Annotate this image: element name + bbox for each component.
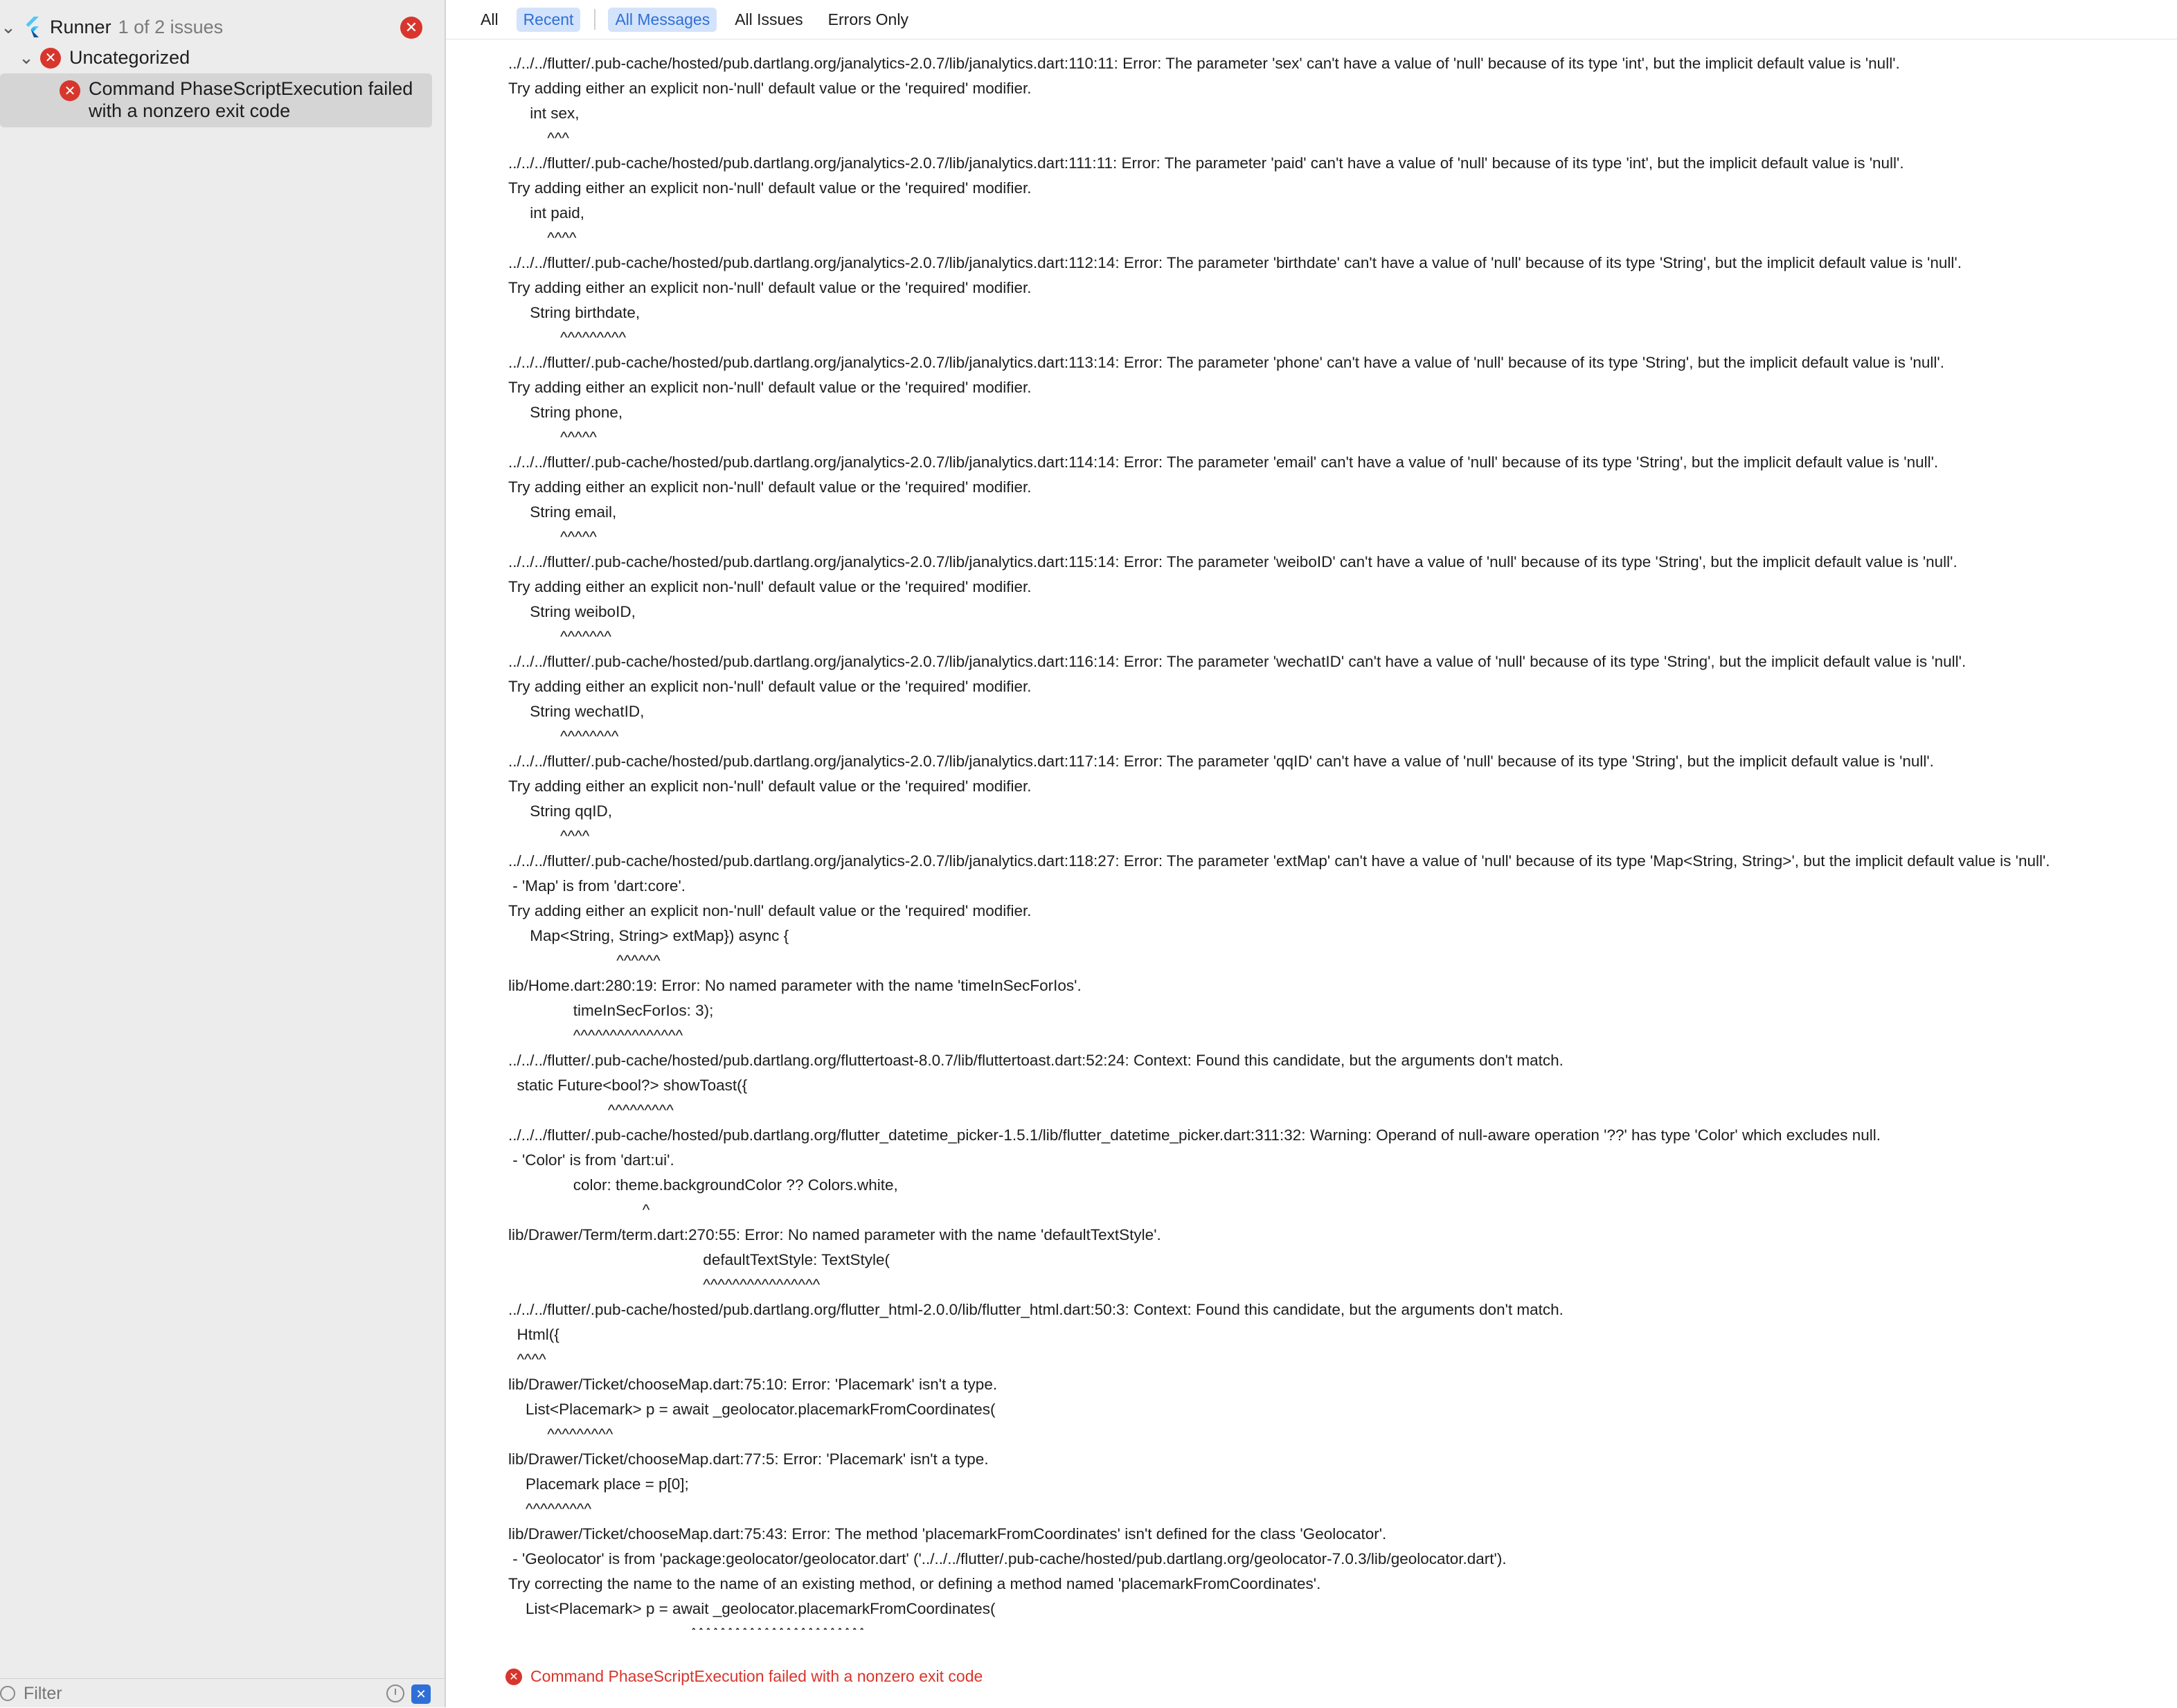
log-line: Try adding either an explicit non-'null'… xyxy=(508,80,1032,97)
chevron-down-icon[interactable]: ⌄ xyxy=(18,47,35,69)
error-icon: ✕ xyxy=(400,17,422,39)
log-line: List<Placemark> p = await _geolocator.pl… xyxy=(508,1600,996,1617)
filter-all-issues-button[interactable]: All Issues xyxy=(728,8,809,32)
runner-row[interactable]: ⌄ Runner 1 of 2 issues xyxy=(0,15,223,39)
log-line: defaultTextStyle: TextStyle( xyxy=(508,1251,890,1268)
log-line: ../../../flutter/.pub-cache/hosted/pub.d… xyxy=(508,1126,1881,1144)
log-line: List<Placemark> p = await _geolocator.pl… xyxy=(508,1401,996,1418)
error-icon: ✕ xyxy=(40,47,61,69)
log-line: Try adding either an explicit non-'null'… xyxy=(508,179,1032,197)
log-line: ^^^^^^^^^^^^^^^^ xyxy=(508,1276,821,1293)
error-icon: ✕ xyxy=(505,1668,522,1685)
log-line: Html({ xyxy=(508,1326,559,1343)
log-line: String email, xyxy=(508,503,617,521)
log-line: ^^^^^^^^^ xyxy=(508,329,627,346)
log-line: lib/Drawer/Term/term.dart:270:55: Error:… xyxy=(508,1226,1161,1243)
issue-count: 1 of 2 issues xyxy=(118,16,224,37)
log-line: ../../../flutter/.pub-cache/hosted/pub.d… xyxy=(508,753,1934,770)
log-line: String phone, xyxy=(508,404,623,421)
issue-message-line1: Command PhaseScriptExecution failed xyxy=(89,78,413,99)
log-line: ^^^^ xyxy=(508,1351,546,1368)
issue-navigator: ⌄ Runner 1 of 2 issues ✕ ⌄ ✕ Uncategoriz… xyxy=(0,0,446,1707)
build-log[interactable]: ../../../flutter/.pub-cache/hosted/pub.d… xyxy=(508,51,2170,1630)
log-line: ^^^^^^^^ xyxy=(508,728,619,745)
log-line: Placemark place = p[0]; xyxy=(508,1475,689,1493)
log-line: ^^^ xyxy=(508,129,569,147)
log-line: - 'Geolocator' is from 'package:geolocat… xyxy=(508,1550,1507,1567)
log-line: ^^^^^^^^^ xyxy=(508,1426,613,1443)
log-line: Try adding either an explicit non-'null'… xyxy=(508,777,1032,795)
log-line: ../../../flutter/.pub-cache/hosted/pub.d… xyxy=(508,653,1967,670)
log-line: static Future<bool?> showToast({ xyxy=(508,1077,748,1094)
log-line: ../../../flutter/.pub-cache/hosted/pub.d… xyxy=(508,453,1939,471)
group-row-uncategorized[interactable]: ⌄ ✕ Uncategorized xyxy=(18,47,190,69)
log-line: Try correcting the name to the name of a… xyxy=(508,1575,1321,1592)
clock-icon[interactable] xyxy=(386,1684,404,1702)
log-line: ../../../flutter/.pub-cache/hosted/pub.d… xyxy=(508,553,1957,570)
log-line: - 'Color' is from 'dart:ui'. xyxy=(508,1151,674,1169)
issue-message-line2: with a nonzero exit code xyxy=(89,100,291,121)
log-line: color: theme.backgroundColor ?? Colors.w… xyxy=(508,1176,898,1194)
log-line: Try adding either an explicit non-'null'… xyxy=(508,279,1032,296)
log-line: Try adding either an explicit non-'null'… xyxy=(508,478,1032,496)
toolbar-divider xyxy=(594,9,596,30)
error-icon: ✕ xyxy=(60,80,80,101)
log-line: ^^^^^^ xyxy=(508,952,661,969)
log-line: ^^^^^^^^^ xyxy=(508,1500,592,1518)
group-label: Uncategorized xyxy=(69,47,190,68)
log-line: lib/Drawer/Ticket/chooseMap.dart:75:43: … xyxy=(508,1525,1387,1543)
log-line: ../../../flutter/.pub-cache/hosted/pub.d… xyxy=(508,852,2050,870)
log-line: - 'Map' is from 'dart:core'. xyxy=(508,877,686,895)
error-filter-icon[interactable]: ✕ xyxy=(411,1684,431,1704)
filter-input[interactable] xyxy=(22,1682,371,1705)
issue-error-badge: ✕ xyxy=(60,80,80,101)
flutter-icon xyxy=(26,17,39,37)
runner-title: Runner xyxy=(50,16,111,37)
scope-all-button[interactable]: All xyxy=(474,8,505,32)
log-line: ^^^^^^^ xyxy=(508,628,611,645)
log-footer: ✕ Command PhaseScriptExecution failed wi… xyxy=(505,1667,983,1686)
filter-icon xyxy=(0,1686,15,1701)
log-line: String weiboID, xyxy=(508,603,636,620)
log-line: String qqID, xyxy=(508,802,613,820)
log-line: ^^^^ xyxy=(508,229,577,246)
log-line: String birthdate, xyxy=(508,304,640,321)
chevron-down-icon[interactable]: ⌄ xyxy=(0,17,17,38)
log-line: Map<String, String> extMap}) async { xyxy=(508,927,789,944)
log-line: ../../../flutter/.pub-cache/hosted/pub.d… xyxy=(508,154,1904,172)
log-line: lib/Home.dart:280:19: Error: No named pa… xyxy=(508,977,1082,994)
log-line: lib/Drawer/Ticket/chooseMap.dart:75:10: … xyxy=(508,1376,998,1393)
filter-errors-only-button[interactable]: Errors Only xyxy=(821,8,915,32)
log-line: lib/Drawer/Ticket/chooseMap.dart:77:5: E… xyxy=(508,1450,989,1468)
runner-error-badge: ✕ xyxy=(400,17,422,39)
footer-error-message: Command PhaseScriptExecution failed with… xyxy=(530,1667,983,1685)
log-line: ../../../flutter/.pub-cache/hosted/pub.d… xyxy=(508,1052,1564,1069)
scope-recent-button[interactable]: Recent xyxy=(516,7,581,32)
log-filter-toolbar: All Recent All Messages All Issues Error… xyxy=(446,0,2177,39)
log-line: ^^^^^^^^^ xyxy=(508,1102,674,1119)
log-line: ../../../flutter/.pub-cache/hosted/pub.d… xyxy=(508,254,1962,271)
filter-bar: ✕ xyxy=(0,1678,446,1708)
log-line: String wechatID, xyxy=(508,703,645,720)
log-line: Try adding either an explicit non-'null'… xyxy=(508,902,1032,919)
issue-message[interactable]: Command PhaseScriptExecution failed with… xyxy=(89,78,413,122)
log-line: ^^^^^^^^^^^^^^^ xyxy=(508,1027,683,1044)
log-line: ^^^^^ xyxy=(508,528,597,546)
log-line: int paid, xyxy=(508,204,585,222)
log-line: Try adding either an explicit non-'null'… xyxy=(508,678,1032,695)
log-line: int sex, xyxy=(508,105,580,122)
log-line: ^^^^^^^^^^^^^^^^^^^^^^^^ xyxy=(508,1621,2170,1630)
log-line: ^ xyxy=(508,1201,650,1219)
log-line: ../../../flutter/.pub-cache/hosted/pub.d… xyxy=(508,354,1944,371)
log-line: timeInSecForIos: 3); xyxy=(508,1002,714,1019)
log-line: ../../../flutter/.pub-cache/hosted/pub.d… xyxy=(508,1301,1564,1318)
log-line: Try adding either an explicit non-'null'… xyxy=(508,578,1032,595)
log-line: ^^^^ xyxy=(508,827,590,845)
log-line: Try adding either an explicit non-'null'… xyxy=(508,379,1032,396)
log-line: ^^^^^ xyxy=(508,429,597,446)
filter-all-messages-button[interactable]: All Messages xyxy=(608,7,717,32)
log-line: ../../../flutter/.pub-cache/hosted/pub.d… xyxy=(508,55,1900,72)
